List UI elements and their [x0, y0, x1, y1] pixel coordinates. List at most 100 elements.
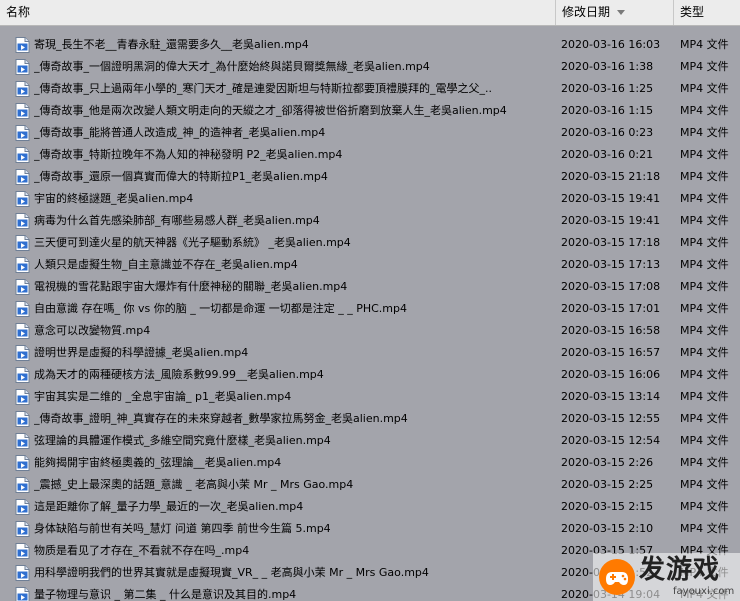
file-modified-date: 2020-03-16 1:25	[561, 82, 654, 95]
file-name: 電視機的雪花點跟宇宙大爆炸有什麼神秘的關聯_老吳alien.mp4	[34, 280, 348, 293]
column-header-name-label: 名称	[6, 5, 31, 19]
file-row[interactable]: 三天便可到達火星的航天神器《光子驅動系統》 _老吳alien.mp4 2020-0…	[0, 232, 740, 254]
file-row[interactable]: _傳奇故事_他是兩次改變人類文明走向的天縱之才_卻落得被世俗折磨到放棄人生_老吳…	[0, 100, 740, 122]
file-row[interactable]: 宇宙其实是二维的 _全息宇宙論_ p1_老吳alien.mp4 2020-03-1…	[0, 386, 740, 408]
file-type: MP4 文件	[680, 456, 729, 469]
file-type: MP4 文件	[680, 38, 729, 51]
watermark-text: 发游戏	[639, 555, 721, 585]
file-name: 用科學證明我們的世界其實就是虛擬現實_VR_ _ 老高與小茉 Mr _ Mrs …	[34, 566, 429, 579]
file-name: 能夠揭開宇宙終極奧義的_弦理論__老吳alien.mp4	[34, 456, 282, 469]
file-type: MP4 文件	[680, 82, 729, 95]
mp4-file-icon	[15, 455, 30, 471]
file-name: 意念可以改變物質.mp4	[34, 324, 151, 337]
file-name: _傳奇故事_只上過兩年小學的_寒门天才_確是連愛因斯坦与特斯拉都要頂禮膜拜的_電…	[34, 82, 492, 95]
file-row[interactable]: 弦理論的具體運作模式_多維空間究竟什麼樣_老吳alien.mp4 2020-03-…	[0, 430, 740, 452]
mp4-file-icon	[15, 323, 30, 339]
mp4-file-icon	[15, 411, 30, 427]
mp4-file-icon	[15, 477, 30, 493]
file-type: MP4 文件	[680, 258, 729, 271]
mp4-file-icon	[15, 565, 30, 581]
file-modified-date: 2020-03-15 17:08	[561, 280, 661, 293]
file-modified-date: 2020-03-15 12:55	[561, 412, 661, 425]
file-modified-date: 2020-03-15 16:58	[561, 324, 661, 337]
file-type: MP4 文件	[680, 500, 729, 513]
file-modified-date: 2020-03-15 16:06	[561, 368, 661, 381]
mp4-file-icon	[15, 367, 30, 383]
game-controller-logo-icon	[599, 559, 635, 595]
file-row[interactable]: 宇宙的終極謎題_老吳alien.mp4 2020-03-15 19:41 MP4 文…	[0, 188, 740, 210]
file-modified-date: 2020-03-15 13:14	[561, 390, 661, 403]
column-header-type-label: 类型	[680, 5, 705, 19]
column-header-bar: 名称 修改日期 类型	[0, 0, 740, 26]
file-row[interactable]: _傳奇故事_還原一個真實而偉大的特斯拉P1_老吳alien.mp4 2020-03…	[0, 166, 740, 188]
file-type: MP4 文件	[680, 478, 729, 491]
file-row[interactable]: _震撼_史上最深奧的話題_意識 _ 老高與小茉 Mr _ Mrs Gao.mp4…	[0, 474, 740, 496]
file-name: _傳奇故事_還原一個真實而偉大的特斯拉P1_老吳alien.mp4	[34, 170, 328, 183]
file-row[interactable]: 意念可以改變物質.mp4 2020-03-15 16:58 MP4 文件	[0, 320, 740, 342]
file-name: 身体缺陷与前世有关吗_慧灯 问道 第四季 前世今生篇 5.mp4	[34, 522, 331, 535]
file-modified-date: 2020-03-16 16:03	[561, 38, 661, 51]
file-modified-date: 2020-03-15 2:25	[561, 478, 654, 491]
file-row[interactable]: _傳奇故事_證明_神_真實存在的未來穿越者_數學家拉馬努金_老吳alien.mp…	[0, 408, 740, 430]
file-row[interactable]: 電視機的雪花點跟宇宙大爆炸有什麼神秘的關聯_老吳alien.mp4 2020-03…	[0, 276, 740, 298]
file-row[interactable]: _傳奇故事_能將普通人改造成_神_的造神者_老吳alien.mp4 2020-03…	[0, 122, 740, 144]
file-type: MP4 文件	[680, 170, 729, 183]
file-type: MP4 文件	[680, 104, 729, 117]
mp4-file-icon	[15, 125, 30, 141]
file-type: MP4 文件	[680, 192, 729, 205]
file-name: 物质是看见了才存在_不看就不存在吗_.mp4	[34, 544, 250, 557]
file-type: MP4 文件	[680, 324, 729, 337]
file-modified-date: 2020-03-15 17:13	[561, 258, 661, 271]
file-type: MP4 文件	[680, 236, 729, 249]
file-modified-date: 2020-03-15 2:15	[561, 500, 654, 513]
file-row[interactable]: 身体缺陷与前世有关吗_慧灯 问道 第四季 前世今生篇 5.mp4 2020-03-…	[0, 518, 740, 540]
file-type: MP4 文件	[680, 346, 729, 359]
file-type: MP4 文件	[680, 522, 729, 535]
column-header-date[interactable]: 修改日期	[556, 0, 674, 25]
file-modified-date: 2020-03-16 1:38	[561, 60, 654, 73]
file-row[interactable]: 這是距離你了解_量子力學_最近的一次_老吳alien.mp4 2020-03-15…	[0, 496, 740, 518]
file-row[interactable]: _傳奇故事_一個證明黑洞的偉大天才_為什麼始終與諾貝爾獎無緣_老吳alien.m…	[0, 56, 740, 78]
mp4-file-icon	[15, 301, 30, 317]
file-row[interactable]: 成為天才的兩種硬核方法_風險系數99.99__老吳alien.mp4 2020-0…	[0, 364, 740, 386]
file-row[interactable]: 證明世界是虛擬的科學證據_老吳alien.mp4 2020-03-15 16:57…	[0, 342, 740, 364]
file-name: _震撼_史上最深奧的話題_意識 _ 老高與小茉 Mr _ Mrs Gao.mp4	[34, 478, 354, 491]
file-list-view[interactable]: 名称 修改日期 类型 寄現_長生不老__青春永駐_還需要多久__老吳alien.…	[0, 0, 740, 601]
column-header-type[interactable]: 类型	[674, 0, 740, 25]
file-row[interactable]: 病毒为什么首先感染肺部_有哪些易感人群_老吳alien.mp4 2020-03-1…	[0, 210, 740, 232]
file-modified-date: 2020-03-15 21:18	[561, 170, 661, 183]
file-name: 證明世界是虛擬的科學證據_老吳alien.mp4	[34, 346, 249, 359]
file-name: _傳奇故事_他是兩次改變人類文明走向的天縱之才_卻落得被世俗折磨到放棄人生_老吳…	[34, 104, 507, 117]
file-row[interactable]: 寄現_長生不老__青春永駐_還需要多久__老吳alien.mp4 2020-03-…	[0, 34, 740, 56]
file-type: MP4 文件	[680, 280, 729, 293]
sort-descending-icon	[617, 10, 626, 15]
mp4-file-icon	[15, 235, 30, 251]
file-row[interactable]: _傳奇故事_特斯拉晚年不為人知的神秘發明 P2_老吳alien.mp4 2020-…	[0, 144, 740, 166]
file-name: 成為天才的兩種硬核方法_風險系數99.99__老吳alien.mp4	[34, 368, 324, 381]
file-type: MP4 文件	[680, 60, 729, 73]
file-row[interactable]: 人類只是虛擬生物_自主意識並不存在_老吳alien.mp4 2020-03-15 …	[0, 254, 740, 276]
mp4-file-icon	[15, 191, 30, 207]
file-name: _傳奇故事_能將普通人改造成_神_的造神者_老吳alien.mp4	[34, 126, 326, 139]
file-name: 自由意識 存在嗎_ 你 vs 你的脑 _ 一切都是命運 一切都是注定 _ _ P…	[34, 302, 407, 315]
column-header-date-label: 修改日期	[562, 5, 611, 19]
mp4-file-icon	[15, 37, 30, 53]
file-modified-date: 2020-03-15 2:26	[561, 456, 654, 469]
mp4-file-icon	[15, 345, 30, 361]
mp4-file-icon	[15, 389, 30, 405]
watermark-url: fayouxi.com	[673, 586, 735, 597]
file-name: _傳奇故事_一個證明黑洞的偉大天才_為什麼始終與諾貝爾獎無緣_老吳alien.m…	[34, 60, 430, 73]
file-modified-date: 2020-03-15 2:10	[561, 522, 654, 535]
file-row[interactable]: _傳奇故事_只上過兩年小學的_寒门天才_確是連愛因斯坦与特斯拉都要頂禮膜拜的_電…	[0, 78, 740, 100]
mp4-file-icon	[15, 81, 30, 97]
file-row[interactable]: 能夠揭開宇宙終極奧義的_弦理論__老吳alien.mp4 2020-03-15 2…	[0, 452, 740, 474]
file-modified-date: 2020-03-15 19:41	[561, 192, 661, 205]
file-modified-date: 2020-03-15 19:41	[561, 214, 661, 227]
file-row[interactable]: 自由意識 存在嗎_ 你 vs 你的脑 _ 一切都是命運 一切都是注定 _ _ P…	[0, 298, 740, 320]
site-watermark: 发游戏 fayouxi.com	[593, 553, 740, 601]
file-name: _傳奇故事_特斯拉晚年不為人知的神秘發明 P2_老吳alien.mp4	[34, 148, 343, 161]
file-type: MP4 文件	[680, 412, 729, 425]
column-header-name[interactable]: 名称	[0, 0, 556, 25]
mp4-file-icon	[15, 279, 30, 295]
file-name: 三天便可到達火星的航天神器《光子驅動系統》 _老吳alien.mp4	[34, 236, 351, 249]
